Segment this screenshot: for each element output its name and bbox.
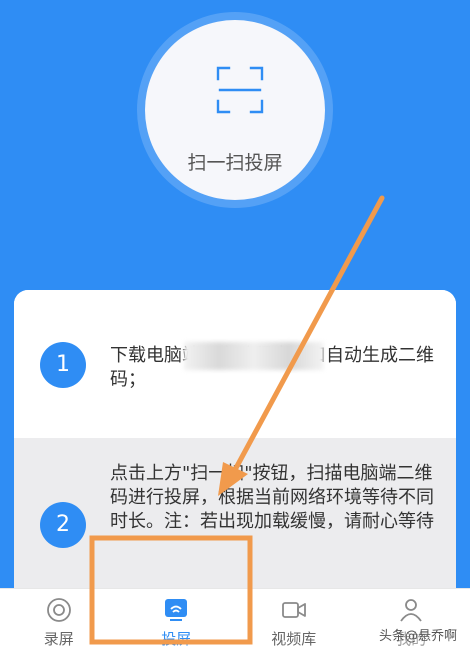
watermark-text: 头条@悬乔啊 bbox=[376, 624, 460, 645]
nav-item-record[interactable]: 录屏 bbox=[0, 589, 118, 651]
nav-label: 录屏 bbox=[0, 628, 118, 649]
step-item: 2 点击上方"扫一扫"按钮，扫描电脑端二维码进行投屏，根据当前网络环境等待不同时… bbox=[14, 438, 456, 610]
scan-icon bbox=[215, 65, 265, 115]
video-camera-icon bbox=[280, 596, 308, 624]
nav-item-video-library[interactable]: 视频库 bbox=[235, 589, 353, 651]
step-text: 点击上方"扫一扫"按钮，扫描电脑端二维码进行投屏，根据当前网络环境等待不同时长。… bbox=[110, 462, 445, 534]
scan-cast-button[interactable]: 扫一扫投屏 bbox=[145, 20, 325, 200]
cast-icon bbox=[162, 596, 190, 624]
instruction-card: 1 下载电脑端，启动程序窗口自动生成二维码； 2 点击上方"扫一扫"按钮，扫描电… bbox=[14, 290, 456, 610]
step-item: 1 下载电脑端，启动程序窗口自动生成二维码； bbox=[14, 290, 456, 438]
record-icon bbox=[45, 596, 73, 624]
step-number-badge: 2 bbox=[40, 502, 86, 548]
scan-label: 扫一扫投屏 bbox=[145, 148, 325, 175]
step-number-badge: 1 bbox=[40, 342, 86, 388]
nav-label: 视频库 bbox=[235, 628, 353, 649]
header-area: 扫一扫投屏 bbox=[0, 0, 470, 300]
nav-label: 投屏 bbox=[118, 628, 236, 649]
nav-item-cast[interactable]: 投屏 bbox=[118, 589, 236, 651]
blurred-region bbox=[184, 342, 324, 370]
user-icon bbox=[397, 596, 425, 624]
